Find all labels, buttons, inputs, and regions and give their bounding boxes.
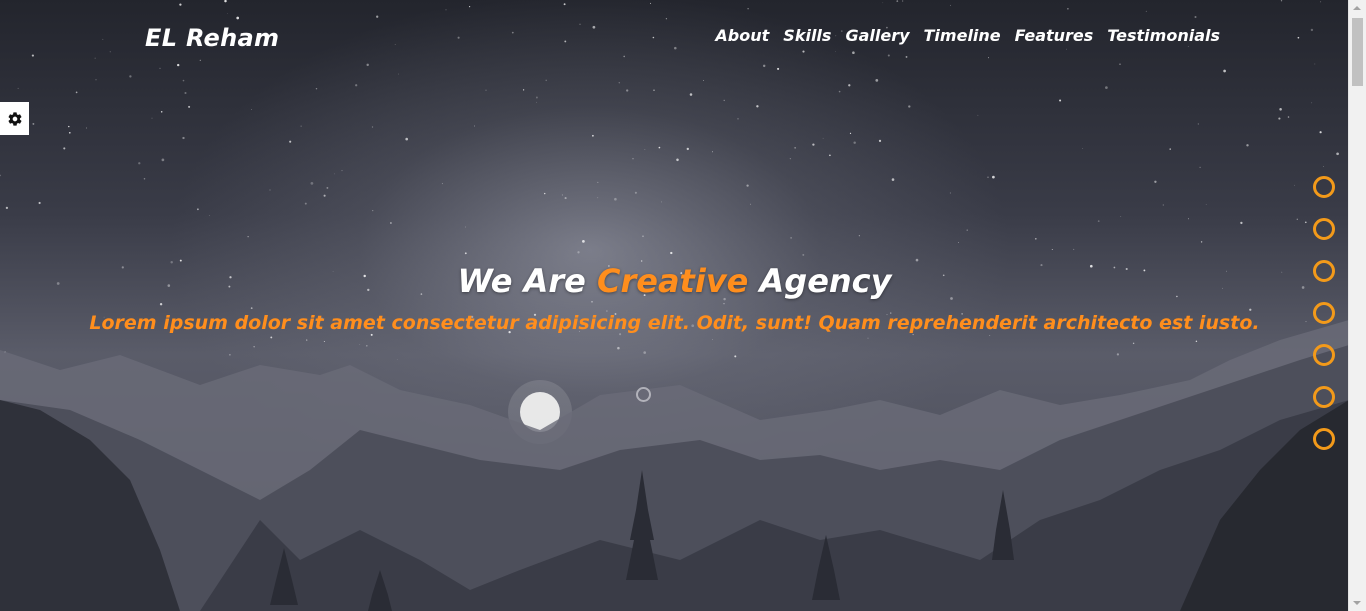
- main-nav: About Skills Gallery Timeline Features T…: [715, 26, 1220, 45]
- gear-icon: [8, 111, 21, 126]
- nav-bullet-contact[interactable]: [1313, 428, 1335, 450]
- scrollbar-thumb[interactable]: [1352, 18, 1363, 86]
- hero-title-accent: Creative: [596, 262, 749, 300]
- nav-bullet-about[interactable]: [1313, 176, 1335, 198]
- hero-title-prefix: We Are: [457, 262, 597, 300]
- scroll-up-arrow-icon[interactable]: [1353, 6, 1361, 10]
- nav-bullet-gallery[interactable]: [1313, 260, 1335, 282]
- page-scrollbar[interactable]: [1348, 0, 1366, 611]
- nav-link-timeline[interactable]: Timeline: [924, 26, 1001, 45]
- settings-toggle-button[interactable]: [0, 102, 29, 135]
- nav-bullet-timeline[interactable]: [1313, 302, 1335, 324]
- nav-bullet-features[interactable]: [1313, 344, 1335, 366]
- nav-link-gallery[interactable]: Gallery: [845, 26, 909, 45]
- scroll-down-indicator[interactable]: [636, 387, 651, 402]
- nav-link-features[interactable]: Features: [1015, 26, 1094, 45]
- section-nav-bullets: [1313, 176, 1335, 450]
- hero-title-suffix: Agency: [748, 262, 892, 300]
- hero-subtitle: Lorem ipsum dolor sit amet consectetur a…: [89, 312, 1260, 334]
- nav-link-testimonials[interactable]: Testimonials: [1107, 26, 1220, 45]
- nav-link-about[interactable]: About: [715, 26, 769, 45]
- hero-section: We Are Creative Agency Lorem ipsum dolor…: [0, 262, 1349, 334]
- nav-bullet-skills[interactable]: [1313, 218, 1335, 240]
- nav-link-skills[interactable]: Skills: [783, 26, 831, 45]
- site-header: EL Reham About Skills Gallery Timeline F…: [0, 0, 1349, 80]
- hero-landing: EL Reham About Skills Gallery Timeline F…: [0, 0, 1349, 611]
- scroll-down-arrow-icon[interactable]: [1353, 601, 1361, 605]
- hero-title: We Are Creative Agency: [0, 262, 1349, 300]
- site-logo[interactable]: EL Reham: [145, 24, 279, 52]
- nav-bullet-testimonials[interactable]: [1313, 386, 1335, 408]
